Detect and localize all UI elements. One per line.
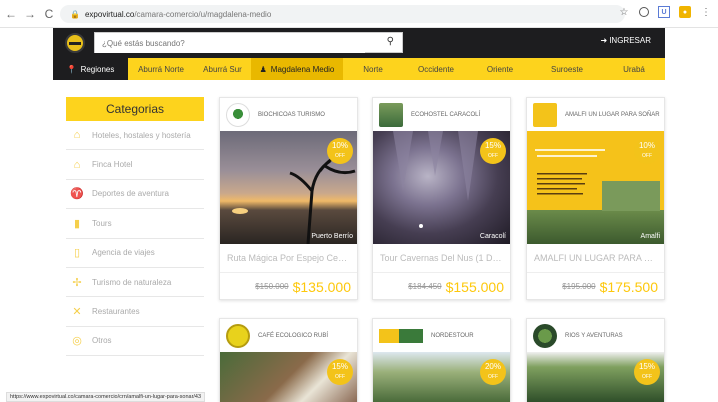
regions-nav: 📍 Regiones Aburrá Norte Aburrá Sur ♟ Mag…: [53, 58, 665, 80]
region-occidente[interactable]: Occidente: [403, 58, 469, 80]
old-price: $150.000: [255, 282, 289, 291]
menu-dots-icon[interactable]: ⋮: [700, 6, 712, 18]
new-price: $175.500: [599, 278, 658, 295]
discount-badge: 15% OFF: [327, 359, 353, 385]
extension-yellow-icon[interactable]: ●: [679, 6, 691, 18]
paraglider-icon: ♈: [70, 188, 84, 201]
person-icon: ♟: [259, 64, 267, 74]
extension-circle-icon[interactable]: [639, 7, 649, 17]
regions-label[interactable]: 📍 Regiones: [53, 58, 128, 80]
location-pin-icon: 📍: [66, 64, 77, 74]
farmhouse-icon: ⌂: [73, 158, 81, 171]
offer-image[interactable]: 20% OFF: [373, 352, 510, 402]
region-uraba[interactable]: Urabá: [603, 58, 665, 80]
discount-badge: 20% OFF: [480, 359, 506, 385]
offer-card[interactable]: CAFÉ ECOLOGICO RUBÍ 15% OFF: [219, 318, 358, 402]
other-icon: ◎: [72, 335, 82, 348]
back-icon[interactable]: ←: [3, 6, 19, 22]
palm-icon: ✢: [72, 276, 82, 289]
star-icon[interactable]: ☆: [618, 6, 630, 18]
address-domain: expovirtual.co: [84, 9, 135, 19]
offer-title[interactable]: Tour Cavernas Del Nus (1 Día): [373, 244, 510, 273]
offer-card[interactable]: RIOS Y AVENTURAS 15% OFF: [526, 318, 665, 402]
discount-badge: 15% OFF: [634, 359, 660, 385]
offer-image[interactable]: 15% OFF: [220, 352, 357, 402]
backpack-icon: ▮: [73, 217, 81, 230]
old-price: $184.450: [408, 282, 442, 291]
agency-icon: ▯: [73, 247, 81, 260]
reload-icon[interactable]: C: [41, 6, 57, 22]
company-logo: [379, 328, 423, 343]
region-norte[interactable]: Norte: [343, 58, 403, 80]
company-name: BIOCHICOAS TURISMO: [258, 111, 325, 118]
categories-title: Categorias: [66, 97, 204, 121]
offer-image[interactable]: 15% OFF Caracolí: [373, 131, 510, 244]
lock-icon: 🔒: [70, 9, 80, 19]
category-others[interactable]: ◎ Otros: [66, 327, 204, 357]
extension-shield-icon[interactable]: U: [658, 6, 670, 18]
company-name: NORDESTOUR: [431, 332, 474, 339]
place-label: Caracolí: [479, 233, 506, 240]
categories-panel: Categorias ⌂ Hoteles, hostales y hostería…: [66, 97, 204, 357]
offer-card[interactable]: NORDESTOUR 20% OFF: [372, 318, 511, 402]
company-logo: [533, 102, 557, 127]
region-aburra-sur[interactable]: Aburrá Sur: [194, 58, 251, 80]
bed-icon: ⌂: [73, 129, 81, 142]
new-price: $155.000: [445, 278, 504, 295]
region-suroeste[interactable]: Suroeste: [531, 58, 603, 80]
offer-image[interactable]: 15% OFF: [527, 352, 664, 402]
company-name: ECOHOSTEL CARACOLÍ: [411, 111, 481, 118]
old-price: $195.000: [562, 282, 596, 291]
company-name: RIOS Y AVENTURAS: [565, 332, 623, 339]
company-logo: [226, 323, 250, 348]
offer-title[interactable]: AMALFI UN LUGAR PARA SOÑAR: [527, 244, 664, 273]
company-name: CAFÉ ECOLOGICO RUBÍ: [258, 332, 329, 339]
category-restaurants[interactable]: ✕ Restaurantes: [66, 297, 204, 327]
offer-title[interactable]: Ruta Mágica Por Espejo Cenagoso: [220, 244, 357, 273]
offer-card[interactable]: BIOCHICOAS TURISMO 10% OFF Puerto Berrío …: [219, 97, 358, 300]
region-magdalena-medio[interactable]: ♟ Magdalena Medio: [251, 58, 343, 80]
category-finca-hotel[interactable]: ⌂ Finca Hotel: [66, 150, 204, 180]
search-box: ⚲: [94, 32, 403, 53]
company-logo: [533, 323, 557, 348]
login-icon: ➜: [600, 36, 608, 45]
offer-image[interactable]: 10% OFF Puerto Berrío: [220, 131, 357, 244]
cutlery-icon: ✕: [72, 306, 82, 319]
site-header: ⚲ ➜ INGRESAR: [53, 28, 665, 58]
category-travel-agency[interactable]: ▯ Agencia de viajes: [66, 239, 204, 268]
discount-badge: 10% OFF: [327, 138, 353, 164]
search-input[interactable]: [95, 34, 365, 53]
site-logo[interactable]: [65, 33, 85, 53]
discount-badge: 10% OFF: [634, 138, 660, 164]
offer-image[interactable]: 10% OFF Amalfi: [527, 131, 664, 244]
forward-icon[interactable]: →: [22, 6, 38, 22]
status-url: https://www.expovirtual.co/camara-comerc…: [6, 392, 206, 402]
new-price: $135.000: [292, 278, 351, 295]
browser-toolbar: ← → C 🔒 expovirtual.co /camara-comercio/…: [0, 0, 718, 28]
company-logo: [379, 102, 403, 127]
address-bar[interactable]: 🔒 expovirtual.co /camara-comercio/u/magd…: [60, 5, 625, 23]
place-label: Amalfi: [640, 233, 660, 240]
login-button[interactable]: ➜ INGRESAR: [601, 36, 652, 45]
offer-card[interactable]: ECOHOSTEL CARACOLÍ 15% OFF Caracolí Tour …: [372, 97, 511, 300]
category-adventure-sports[interactable]: ♈ Deportes de aventura: [66, 180, 204, 210]
address-path: /camara-comercio/u/magdalena-medio: [134, 9, 272, 19]
category-nature-tourism[interactable]: ✢ Turismo de naturaleza: [66, 268, 204, 298]
category-tours[interactable]: ▮ Tours: [66, 209, 204, 239]
company-logo: [226, 102, 250, 127]
region-aburra-norte[interactable]: Aburrá Norte: [128, 58, 194, 80]
category-hotels[interactable]: ⌂ Hoteles, hostales y hostería: [66, 121, 204, 151]
region-oriente[interactable]: Oriente: [469, 58, 531, 80]
login-label: INGRESAR: [609, 36, 651, 45]
search-icon[interactable]: ⚲: [387, 36, 394, 47]
discount-badge: 15% OFF: [480, 138, 506, 164]
place-label: Puerto Berrío: [311, 233, 353, 240]
offer-card[interactable]: AMALFI UN LUGAR PARA SOÑAR 10% OFF Amalfi…: [526, 97, 665, 300]
company-name: AMALFI UN LUGAR PARA SOÑAR: [565, 111, 660, 118]
